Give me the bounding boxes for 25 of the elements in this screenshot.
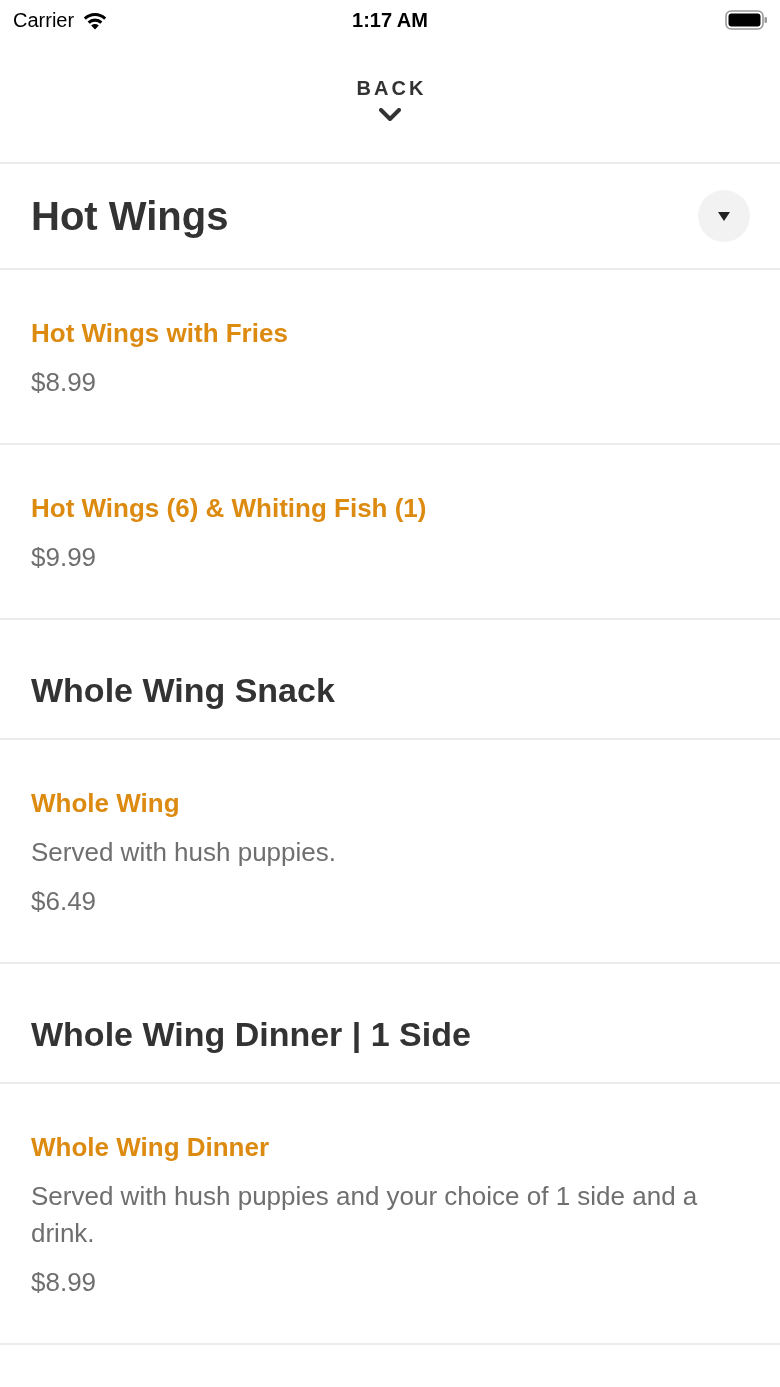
back-button[interactable]: BACK xyxy=(341,68,439,122)
category-title: Hot Wings xyxy=(31,193,229,240)
menu-item-row[interactable]: Hot Wings (6) & Whiting Fish (1) $9.99 xyxy=(0,445,780,620)
item-name: Whole Wing Dinner xyxy=(31,1131,271,1163)
menu-item-row[interactable]: Whole Wing Served with hush puppies. $6.49 xyxy=(0,740,780,964)
item-name: Hot Wings with Fries xyxy=(31,317,289,349)
caret-down-icon xyxy=(718,211,730,221)
battery-icon xyxy=(725,10,768,30)
item-price: $8.99 xyxy=(31,1266,98,1298)
menu-item-row[interactable]: Whole Wing Dinner Served with hush puppies and your choice of 1 side and a drink. $8.99 xyxy=(0,1084,780,1345)
item-price: $8.99 xyxy=(31,366,98,398)
wifi-icon xyxy=(82,10,109,30)
category-dropdown-button[interactable] xyxy=(698,190,750,242)
item-description: Served with hush puppies and your choice of 1 side and a drink. xyxy=(31,1180,699,1250)
menu-item-row[interactable]: Hot Wings with Fries $8.99 xyxy=(0,270,780,445)
section-title: Whole Wing Dinner | 1 Side xyxy=(31,1014,471,1054)
item-name: Hot Wings (6) & Whiting Fish (1) xyxy=(31,492,428,524)
item-price: $9.99 xyxy=(31,541,98,573)
section-title: Whole Wing Snack xyxy=(31,670,335,710)
item-price: $6.49 xyxy=(31,885,98,917)
carrier-label: Carrier xyxy=(13,8,75,32)
chevron-down-icon xyxy=(379,108,401,122)
clock-time: 1:17 AM xyxy=(352,8,428,32)
item-name: Whole Wing xyxy=(31,787,181,819)
item-description: Served with hush puppies. xyxy=(31,836,337,869)
